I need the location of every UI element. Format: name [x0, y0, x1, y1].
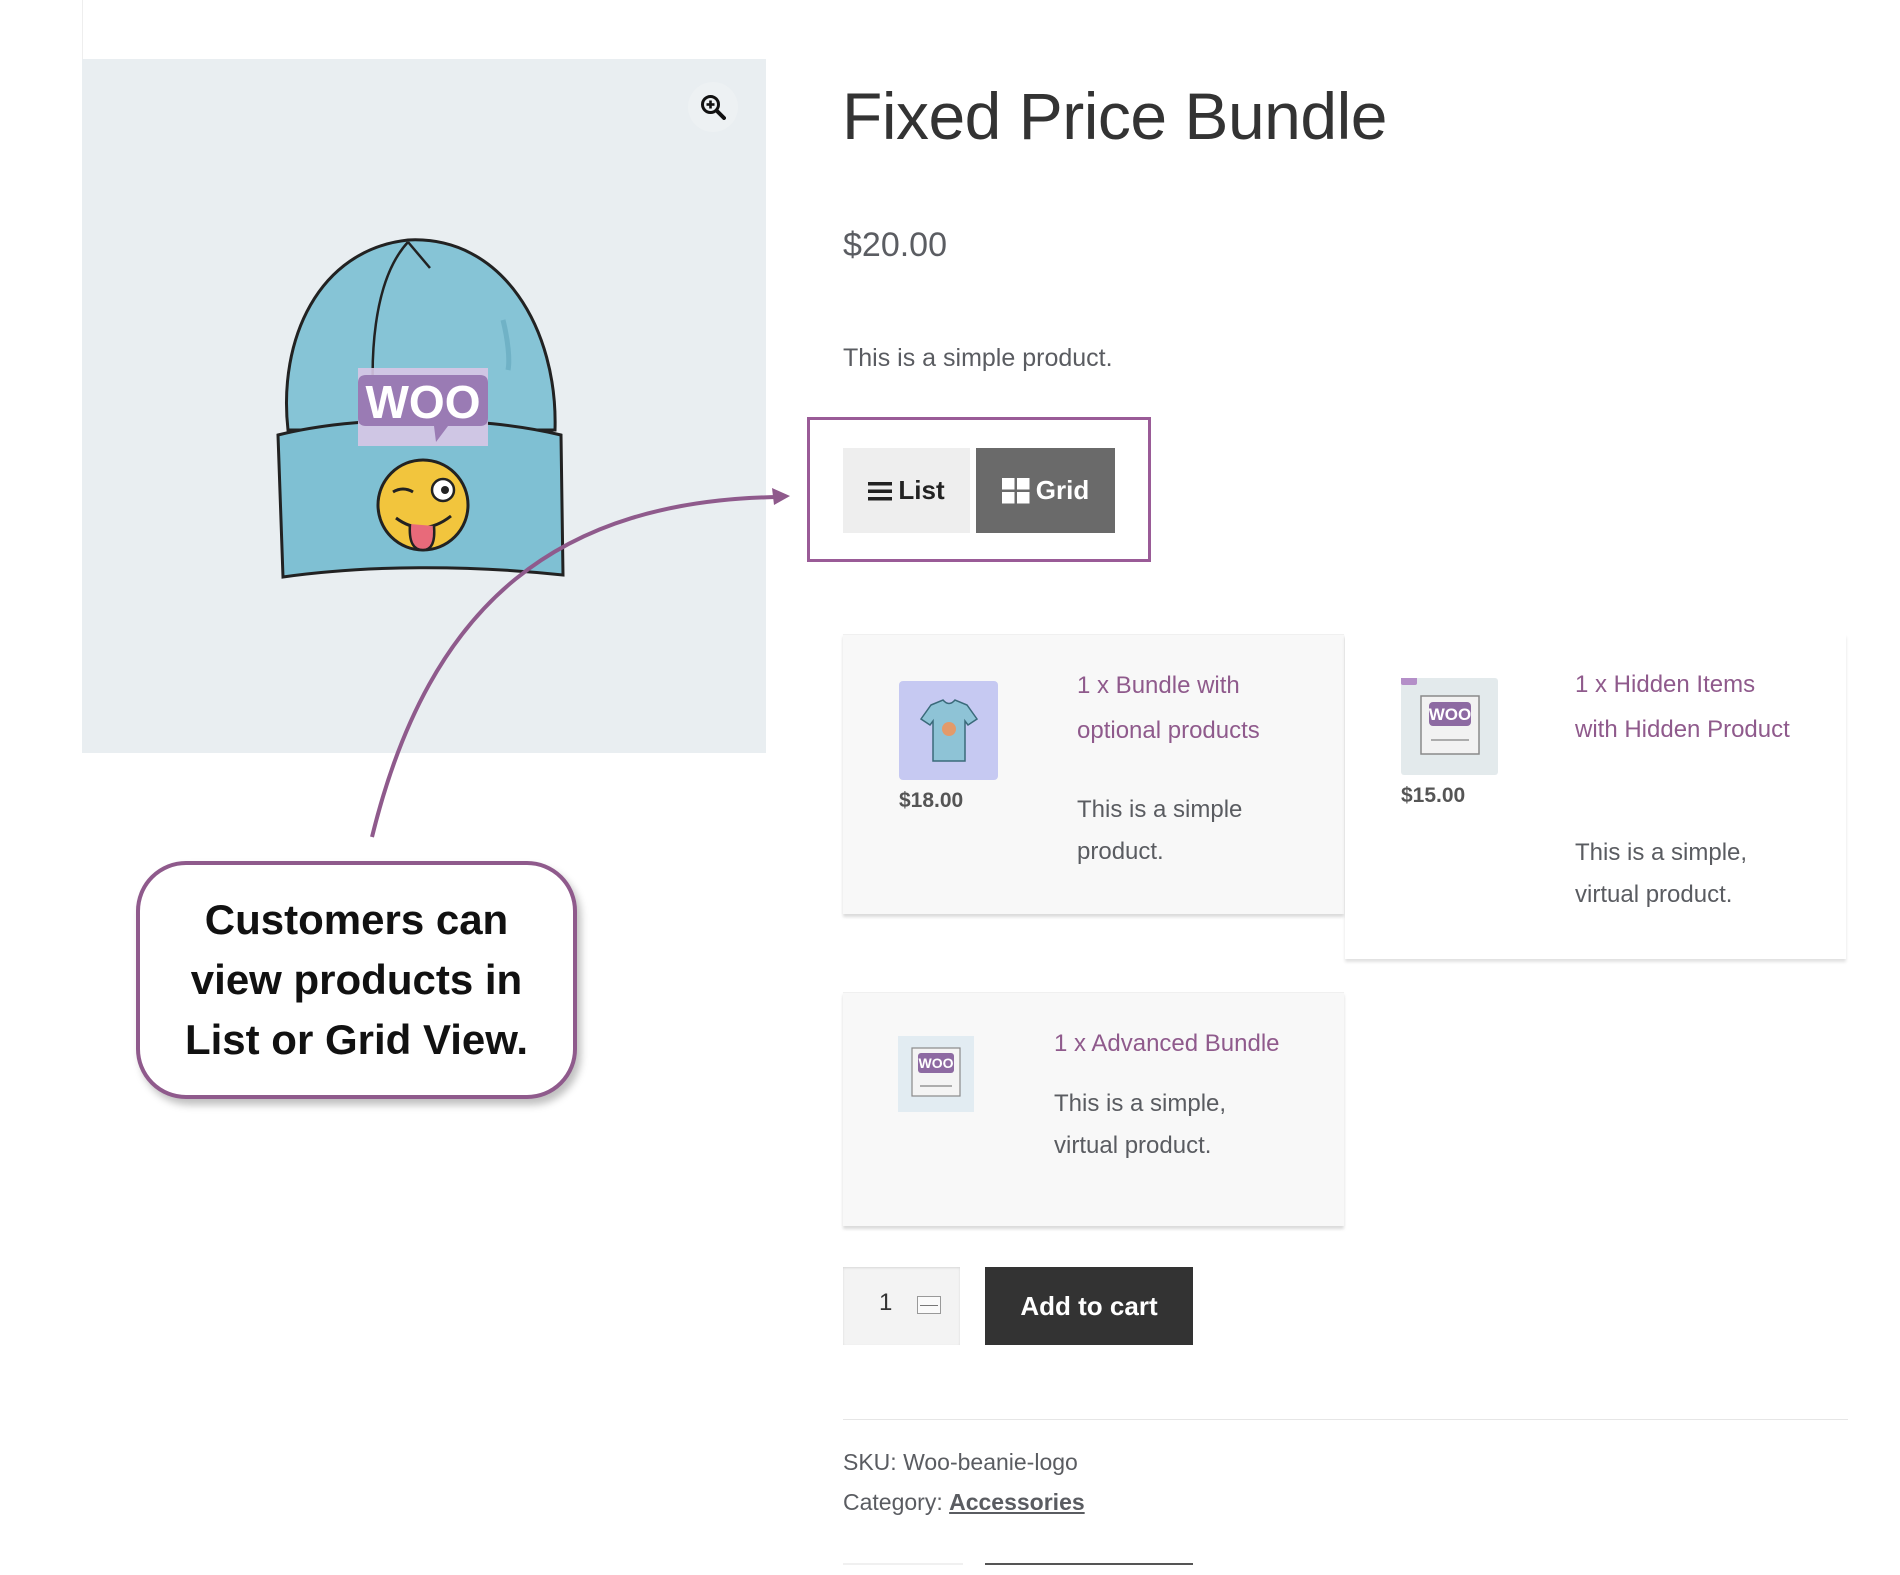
callout-text: Customers can view products in List or G…	[184, 896, 529, 1063]
callout-box: Customers can view products in List or G…	[136, 861, 577, 1099]
callout-arrow	[370, 488, 790, 838]
